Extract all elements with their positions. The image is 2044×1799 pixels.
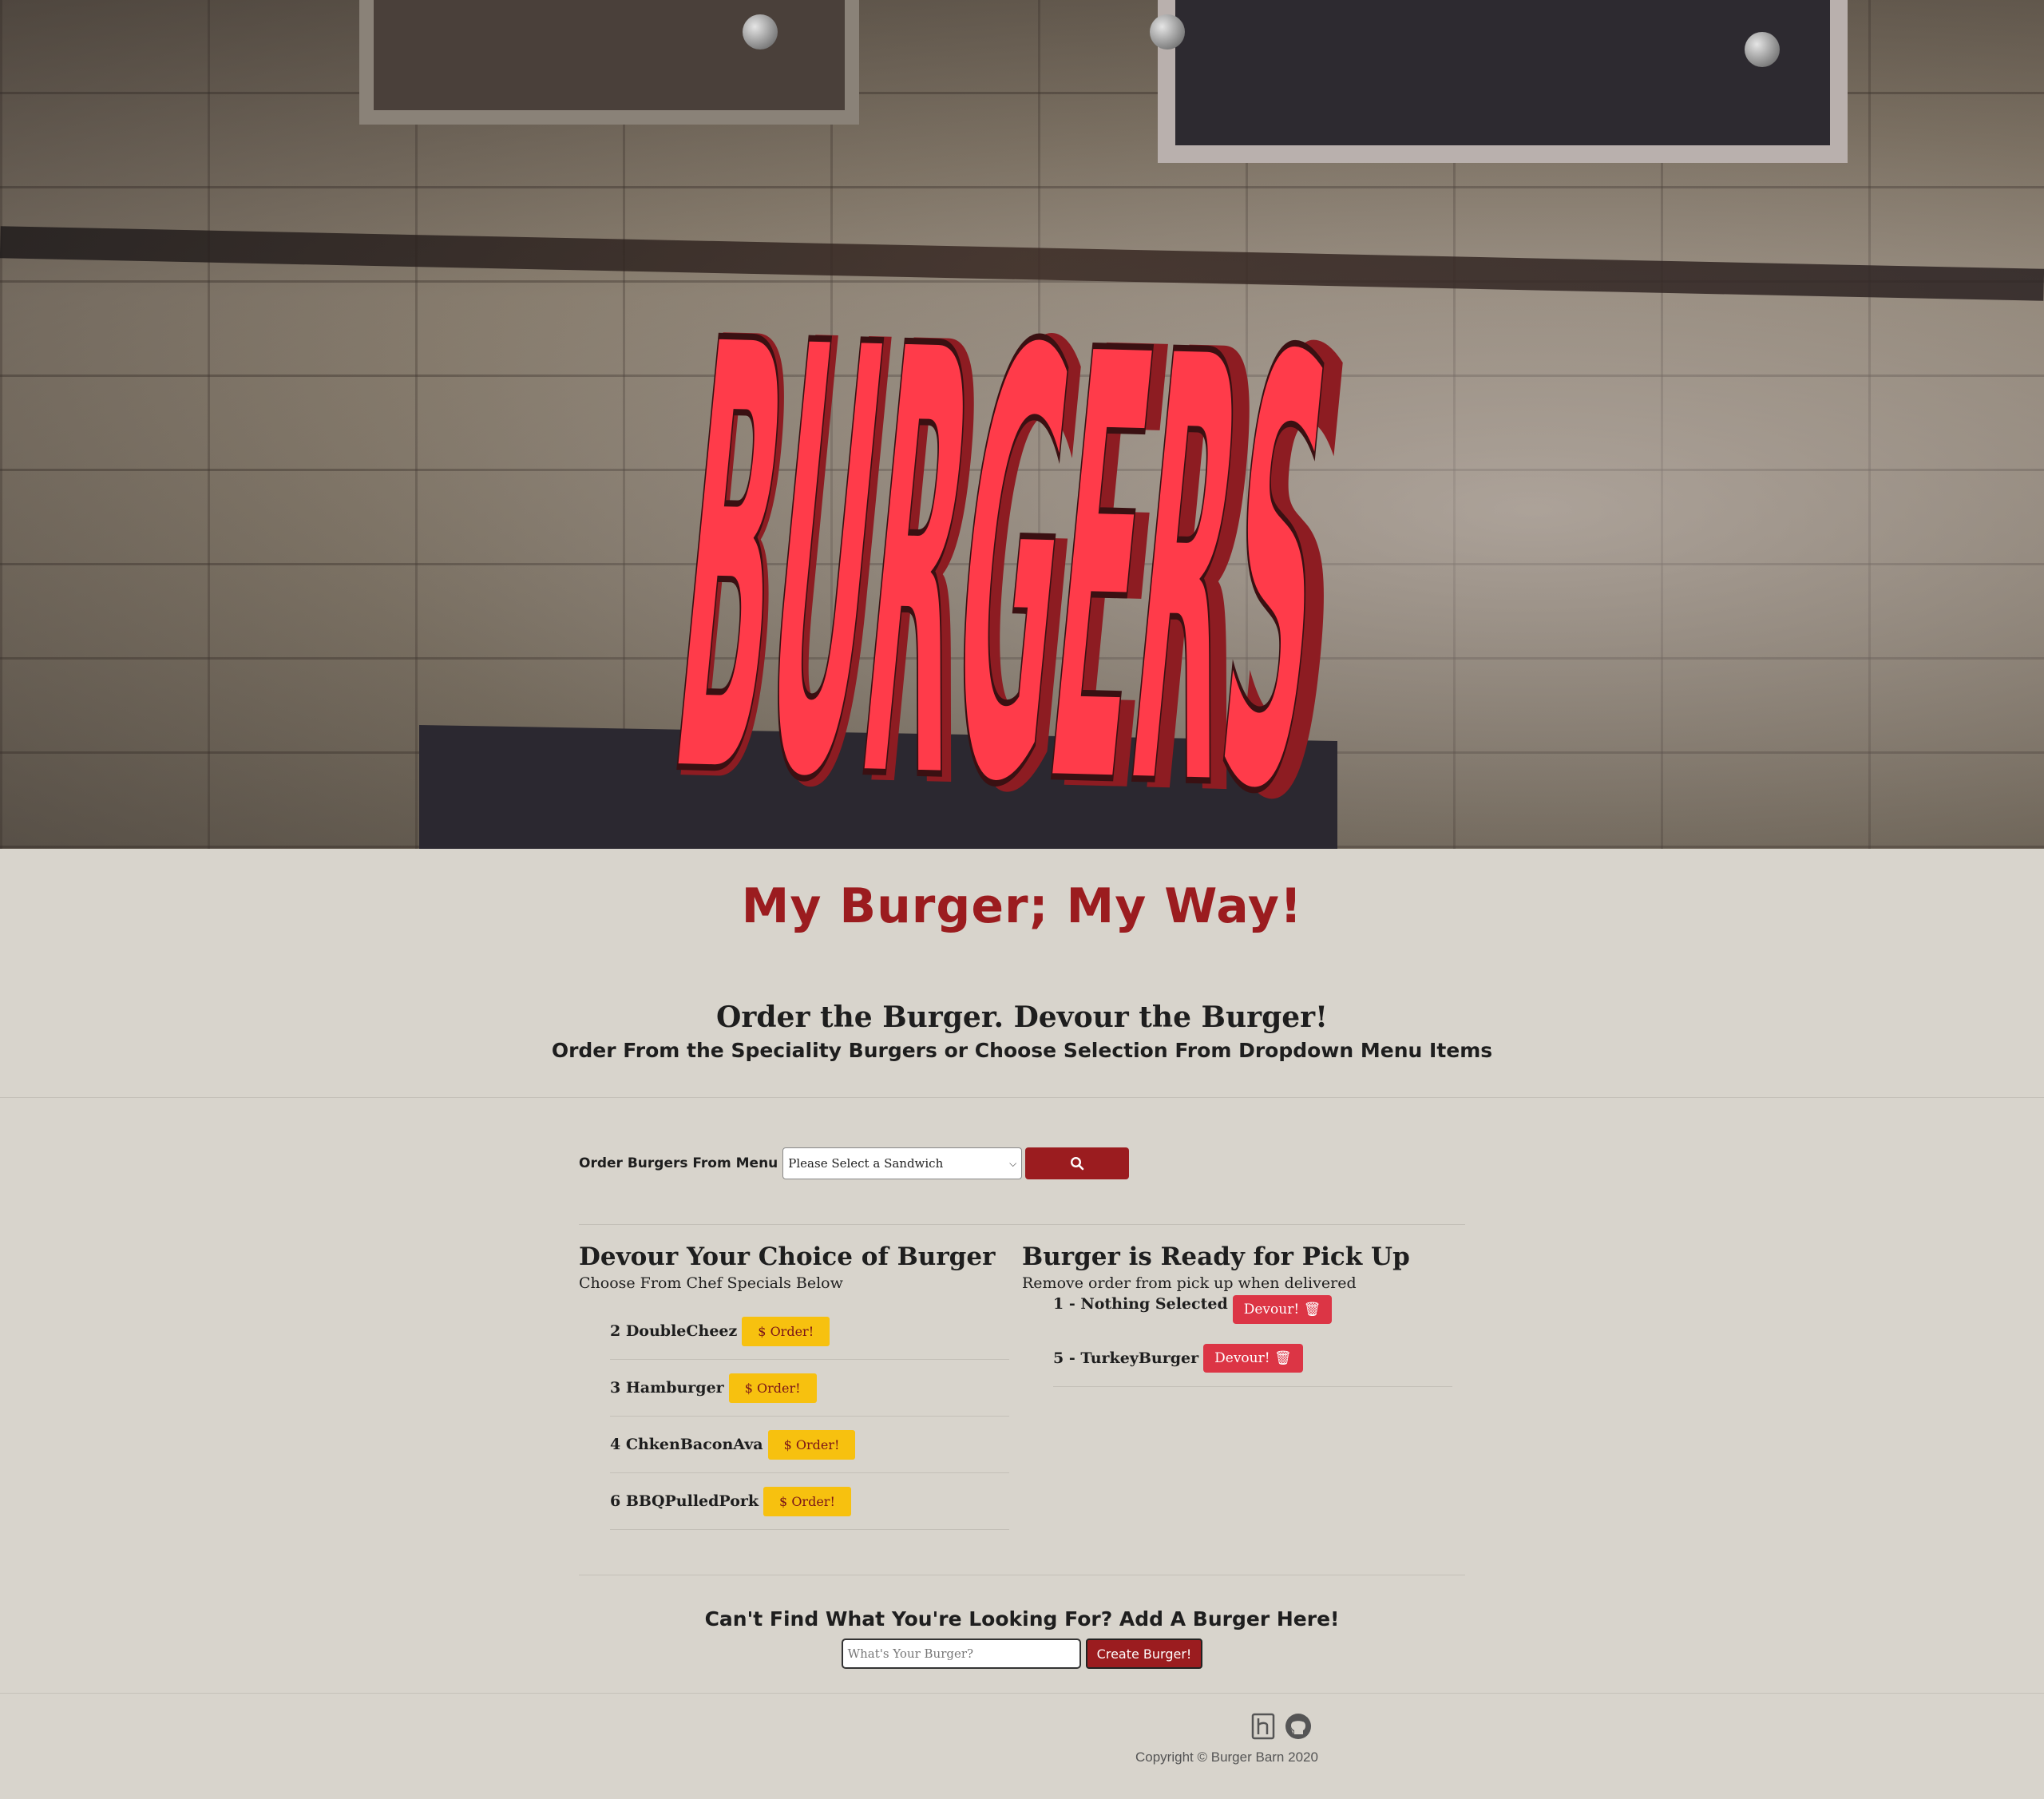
chef-specials-list: 2 DoubleCheez $ Order! 3 Hamburger $ Ord… <box>610 1303 1009 1531</box>
devour-column: Devour Your Choice of Burger Choose From… <box>579 1241 1022 1531</box>
list-item: 6 BBQPulledPork $ Order! <box>610 1473 1009 1531</box>
pickup-title: Burger is Ready for Pick Up <box>1022 1242 1410 1271</box>
menu-label: Order Burgers From Menu <box>579 1155 778 1171</box>
trash-icon: 🗑 <box>1303 1302 1321 1318</box>
main-container: Order Burgers From Menu Please Select a … <box>579 1147 1465 1670</box>
divider <box>579 1224 1465 1225</box>
heroku-icon[interactable] <box>1250 1713 1277 1740</box>
burger-name: 3 Hamburger <box>610 1379 724 1397</box>
devour-desc: Choose From Chef Specials Below <box>579 1274 843 1293</box>
search-button[interactable] <box>1025 1147 1130 1179</box>
divider <box>0 1097 2044 1098</box>
burger-columns: Devour Your Choice of Burger Choose From… <box>579 1241 1465 1531</box>
list-item: 5 - TurkeyBurger Devour! 🗑 <box>1053 1330 1452 1388</box>
devour-button[interactable]: Devour! 🗑 <box>1232 1295 1333 1325</box>
devour-title: Devour Your Choice of Burger <box>579 1242 996 1271</box>
list-item: 4 ChkenBaconAva $ Order! <box>610 1417 1009 1474</box>
add-burger-form: What's Your Burger? Create Burger! <box>579 1639 1465 1670</box>
pickup-column: Burger is Ready for Pick Up Remove order… <box>1022 1241 1465 1530</box>
pickup-list: 1 - Nothing Selected Devour! 🗑 5 - Turke… <box>1053 1295 1452 1388</box>
page-title: My Burger; My Way! <box>741 878 1303 934</box>
trash-icon: 🗑 <box>1274 1350 1292 1367</box>
burger-name: 1 - Nothing Selected <box>1053 1295 1228 1314</box>
order-button[interactable]: $ Order! <box>763 1486 851 1516</box>
list-item: 2 DoubleCheez $ Order! <box>610 1303 1009 1361</box>
burger-select[interactable]: Please Select a Sandwich ⌵ <box>782 1147 1023 1179</box>
burger-name: 6 BBQPulledPork <box>610 1492 759 1511</box>
burger-name: 4 ChkenBaconAva <box>610 1436 763 1454</box>
burgers-neon-sign: BURGERS BURGERS <box>651 212 1370 849</box>
copyright: Copyright © Burger Barn 2020 <box>1135 1749 1318 1765</box>
order-button[interactable]: $ Order! <box>742 1316 830 1346</box>
github-icon[interactable] <box>1285 1713 1312 1740</box>
devour-button[interactable]: Devour! 🗑 <box>1203 1344 1303 1373</box>
list-item: 1 - Nothing Selected Devour! 🗑 <box>1053 1295 1452 1330</box>
subline: Order From the Speciality Burgers or Cho… <box>551 1039 1493 1062</box>
pickup-desc: Remove order from pick up when delivered <box>1022 1274 1357 1293</box>
order-button[interactable]: $ Order! <box>728 1373 817 1403</box>
headline: Order the Burger. Devour the Burger! <box>716 1001 1328 1034</box>
list-item: 3 Hamburger $ Order! <box>610 1360 1009 1417</box>
search-icon <box>1071 1156 1084 1171</box>
hero-image: BURGERS BURGERS <box>0 0 2044 849</box>
add-burger-title: Can't Find What You're Looking For? Add … <box>704 1607 1340 1631</box>
order-button[interactable]: $ Order! <box>767 1429 856 1460</box>
footer: Copyright © Burger Barn 2020 <box>0 1694 2044 1789</box>
menu-order-form: Order Burgers From Menu Please Select a … <box>579 1147 1465 1179</box>
sign-text: BURGERS <box>653 220 1350 849</box>
burger-select-value: Please Select a Sandwich <box>788 1156 944 1171</box>
burger-name: 2 DoubleCheez <box>610 1322 738 1341</box>
create-burger-button[interactable]: Create Burger! <box>1085 1639 1203 1670</box>
footer-icons <box>1250 1713 1312 1740</box>
burger-name: 5 - TurkeyBurger <box>1053 1349 1199 1368</box>
chevron-down-icon: ⌵ <box>1009 1157 1017 1169</box>
burger-name-input[interactable]: What's Your Burger? <box>841 1639 1081 1670</box>
